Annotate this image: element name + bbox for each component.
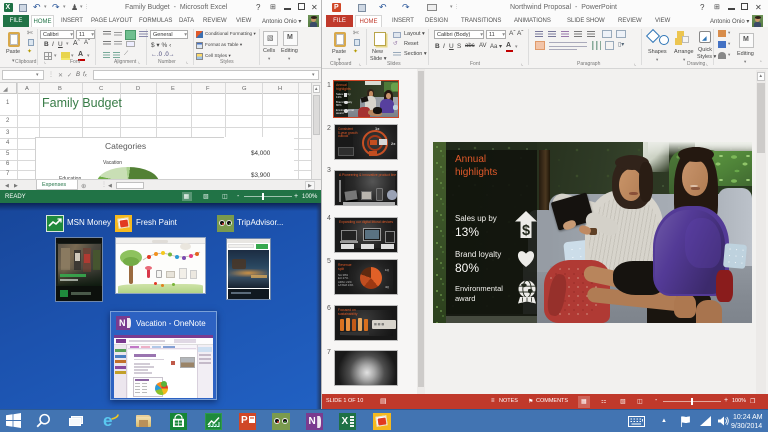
svg-text:$: $ <box>522 223 530 239</box>
